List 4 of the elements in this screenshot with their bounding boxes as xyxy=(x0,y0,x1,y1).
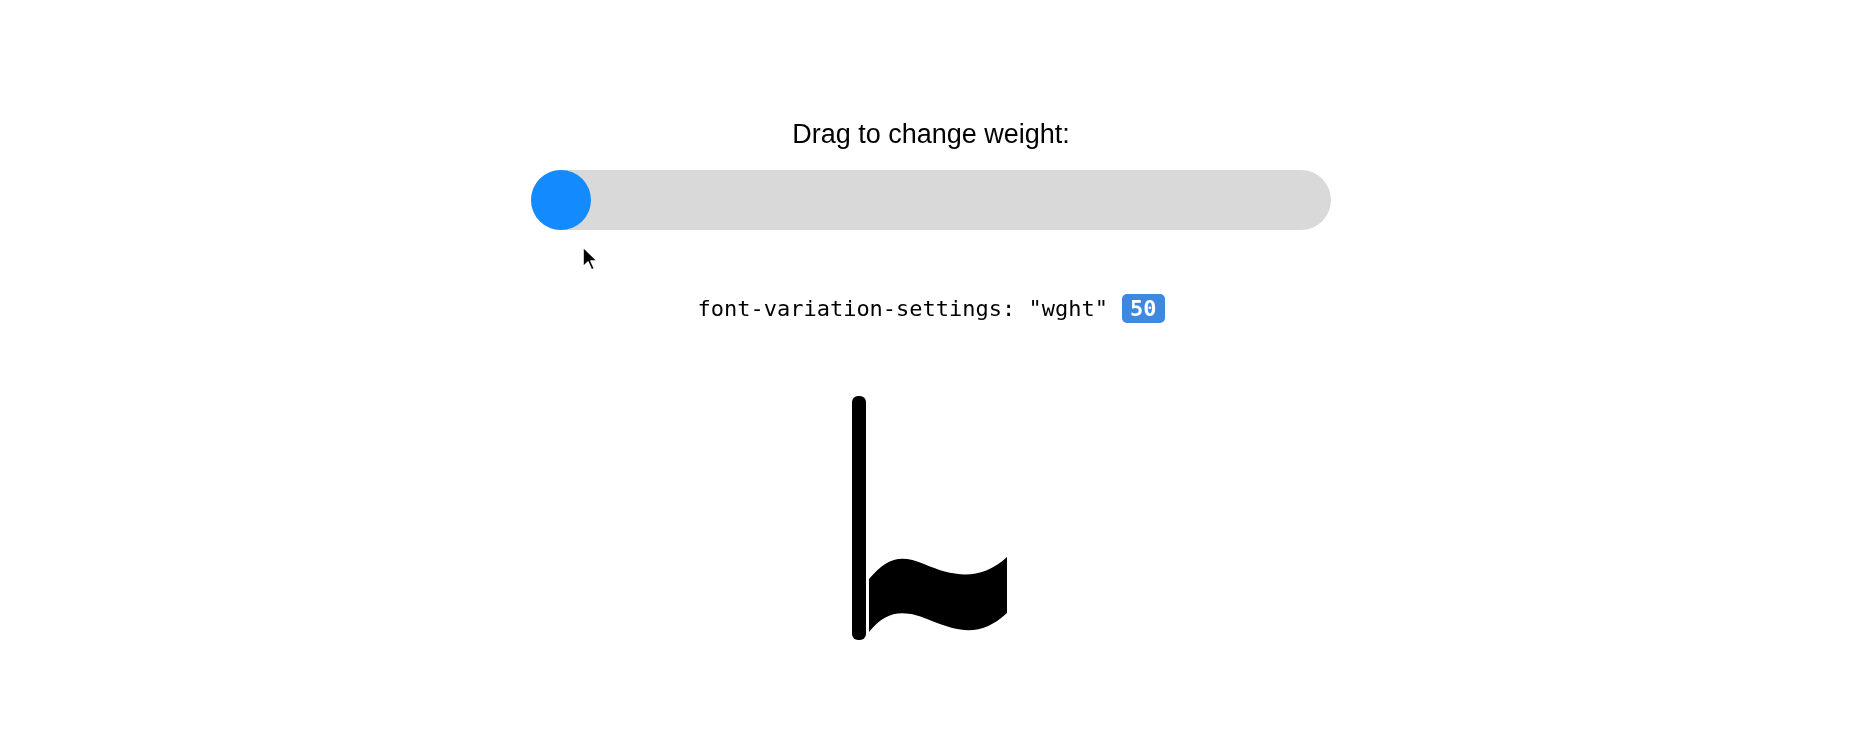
value-badge: 50 xyxy=(1122,294,1165,323)
slider-thumb[interactable] xyxy=(531,170,591,230)
code-text: font-variation-settings: "wght" xyxy=(697,296,1109,321)
heading: Drag to change weight: xyxy=(792,118,1070,150)
